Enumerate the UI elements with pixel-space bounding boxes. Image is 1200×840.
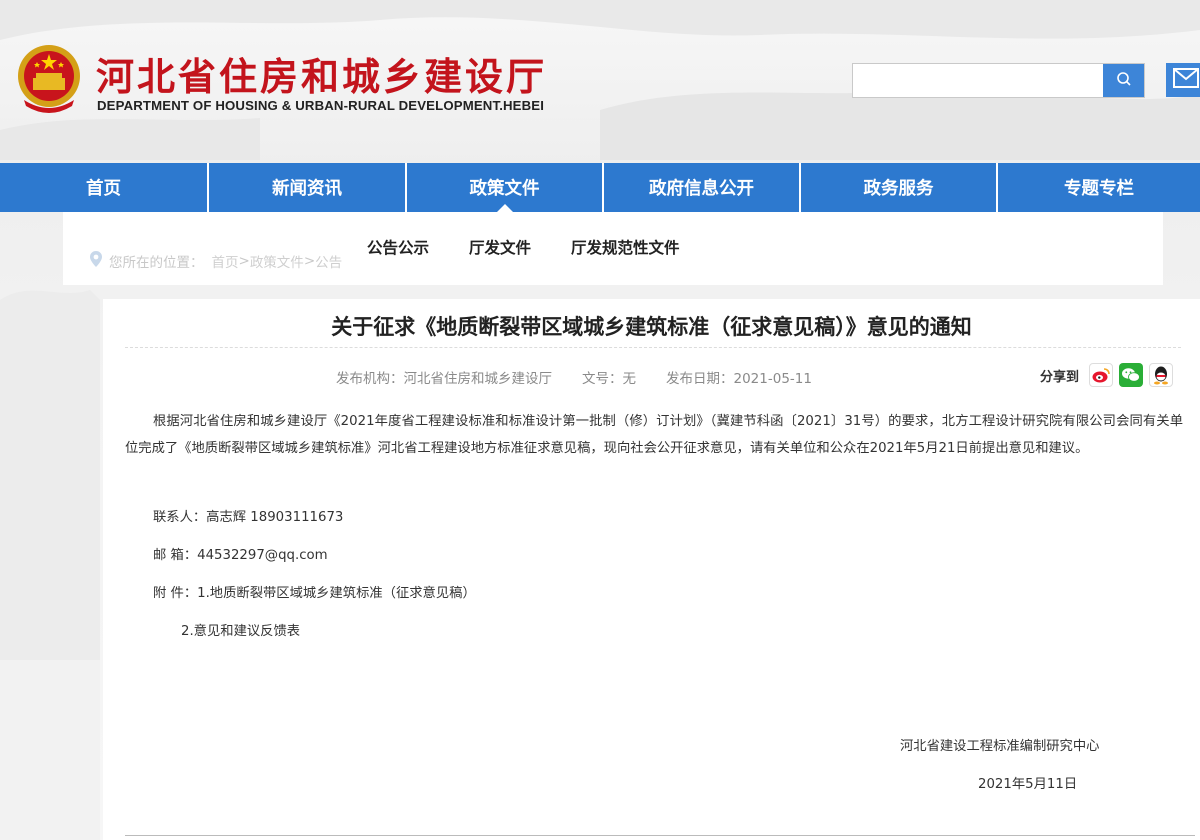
site-subtitle: DEPARTMENT OF HOUSING & URBAN-RURAL DEVE…	[97, 98, 545, 113]
nav-item-services[interactable]: 政务服务	[801, 163, 998, 212]
bottom-divider	[125, 835, 1195, 836]
email-line: 邮 箱：44532297@qq.com	[153, 548, 328, 563]
article-meta: 发布机构：河北省住房和城乡建设厅 文号：无 发布日期：2021-05-11	[336, 367, 812, 387]
nav-item-label: 政务服务	[863, 179, 934, 199]
signature-date: 2021年5月11日	[978, 777, 1078, 792]
article-panel: 关于征求《地质断裂带区域城乡建筑标准（征求意见稿）》意见的通知 发布机构：河北省…	[103, 299, 1200, 840]
nav-item-news[interactable]: 新闻资讯	[209, 163, 407, 212]
nav-item-label: 政府信息公开	[649, 179, 754, 199]
breadcrumb-item-policy[interactable]: 政策文件	[250, 251, 304, 271]
share-label: 分享到	[1040, 369, 1080, 385]
subnav-item-dept-documents[interactable]: 厅发文件	[469, 236, 531, 258]
search-input[interactable]	[853, 64, 1103, 97]
meta-doc-number: 文号：无	[582, 371, 636, 387]
search-box	[852, 63, 1145, 98]
search-icon	[1116, 71, 1132, 91]
mail-icon	[1173, 68, 1199, 92]
nav-item-gov-info[interactable]: 政府信息公开	[604, 163, 801, 212]
site-title: 河北省住房和城乡建设厅	[96, 55, 548, 99]
article-paragraph: 根据河北省住房和城乡建设厅《2021年度省工程建设标准和标准设计第一批制（修）订…	[125, 414, 1183, 456]
nav-item-label: 政策文件	[469, 179, 540, 199]
attachment-line-1[interactable]: 附 件：1.地质断裂带区域城乡建筑标准（征求意见稿）	[153, 582, 476, 601]
qq-icon[interactable]	[1149, 363, 1174, 387]
signature-organization: 河北省建设工程标准编制研究中心	[900, 739, 1100, 754]
contact-line: 联系人：高志辉 18903111673	[153, 510, 344, 525]
breadcrumb-separator: >	[303, 253, 316, 269]
breadcrumb-item-notice[interactable]: 公告	[315, 251, 342, 271]
national-emblem-icon	[14, 42, 84, 114]
nav-item-label: 新闻资讯	[272, 179, 342, 199]
nav-item-label: 专题专栏	[1064, 179, 1134, 199]
mail-button[interactable]	[1166, 63, 1200, 97]
site-header: 河北省住房和城乡建设厅 DEPARTMENT OF HOUSING & URBA…	[0, 0, 1200, 163]
breadcrumb-item-home[interactable]: 首页	[212, 251, 239, 271]
meta-publisher: 发布机构：河北省住房和城乡建设厅	[336, 371, 552, 387]
attachment-line-2[interactable]: 2.意见和建议反馈表	[181, 620, 300, 639]
breadcrumb: 您所在的位置： 首页 > 政策文件 > 公告	[89, 250, 342, 272]
article-body: 根据河北省住房和城乡建设厅《2021年度省工程建设标准和标准设计第一批制（修）订…	[125, 409, 1183, 462]
nav-item-home[interactable]: 首页	[0, 163, 209, 212]
subnav-item-normative-documents[interactable]: 厅发规范性文件	[571, 236, 680, 258]
meta-date: 发布日期：2021-05-11	[666, 371, 812, 387]
breadcrumb-separator: >	[238, 253, 250, 269]
nav-item-topics[interactable]: 专题专栏	[998, 163, 1200, 212]
breadcrumb-prefix: 您所在的位置：	[109, 255, 204, 271]
main-nav: 首页 新闻资讯 政策文件 政府信息公开 政务服务 专题专栏	[0, 163, 1200, 213]
nav-item-label: 首页	[86, 179, 121, 199]
weibo-icon[interactable]	[1089, 363, 1114, 387]
subnav-links: 公告公示 厅发文件 厅发规范性文件	[367, 236, 680, 258]
search-button[interactable]	[1103, 64, 1144, 97]
subnav-panel: 您所在的位置： 首页 > 政策文件 > 公告 公告公示 厅发文件 厅发规范性文件	[63, 212, 1163, 285]
location-pin-icon	[89, 250, 103, 272]
wechat-icon[interactable]	[1119, 363, 1144, 387]
article-title: 关于征求《地质断裂带区域城乡建筑标准（征求意见稿）》意见的通知	[331, 315, 972, 339]
share-bar: 分享到	[1040, 363, 1174, 387]
subnav-item-notices[interactable]: 公告公示	[367, 236, 429, 258]
title-divider	[125, 347, 1181, 348]
nav-item-policy[interactable]: 政策文件	[407, 163, 604, 213]
